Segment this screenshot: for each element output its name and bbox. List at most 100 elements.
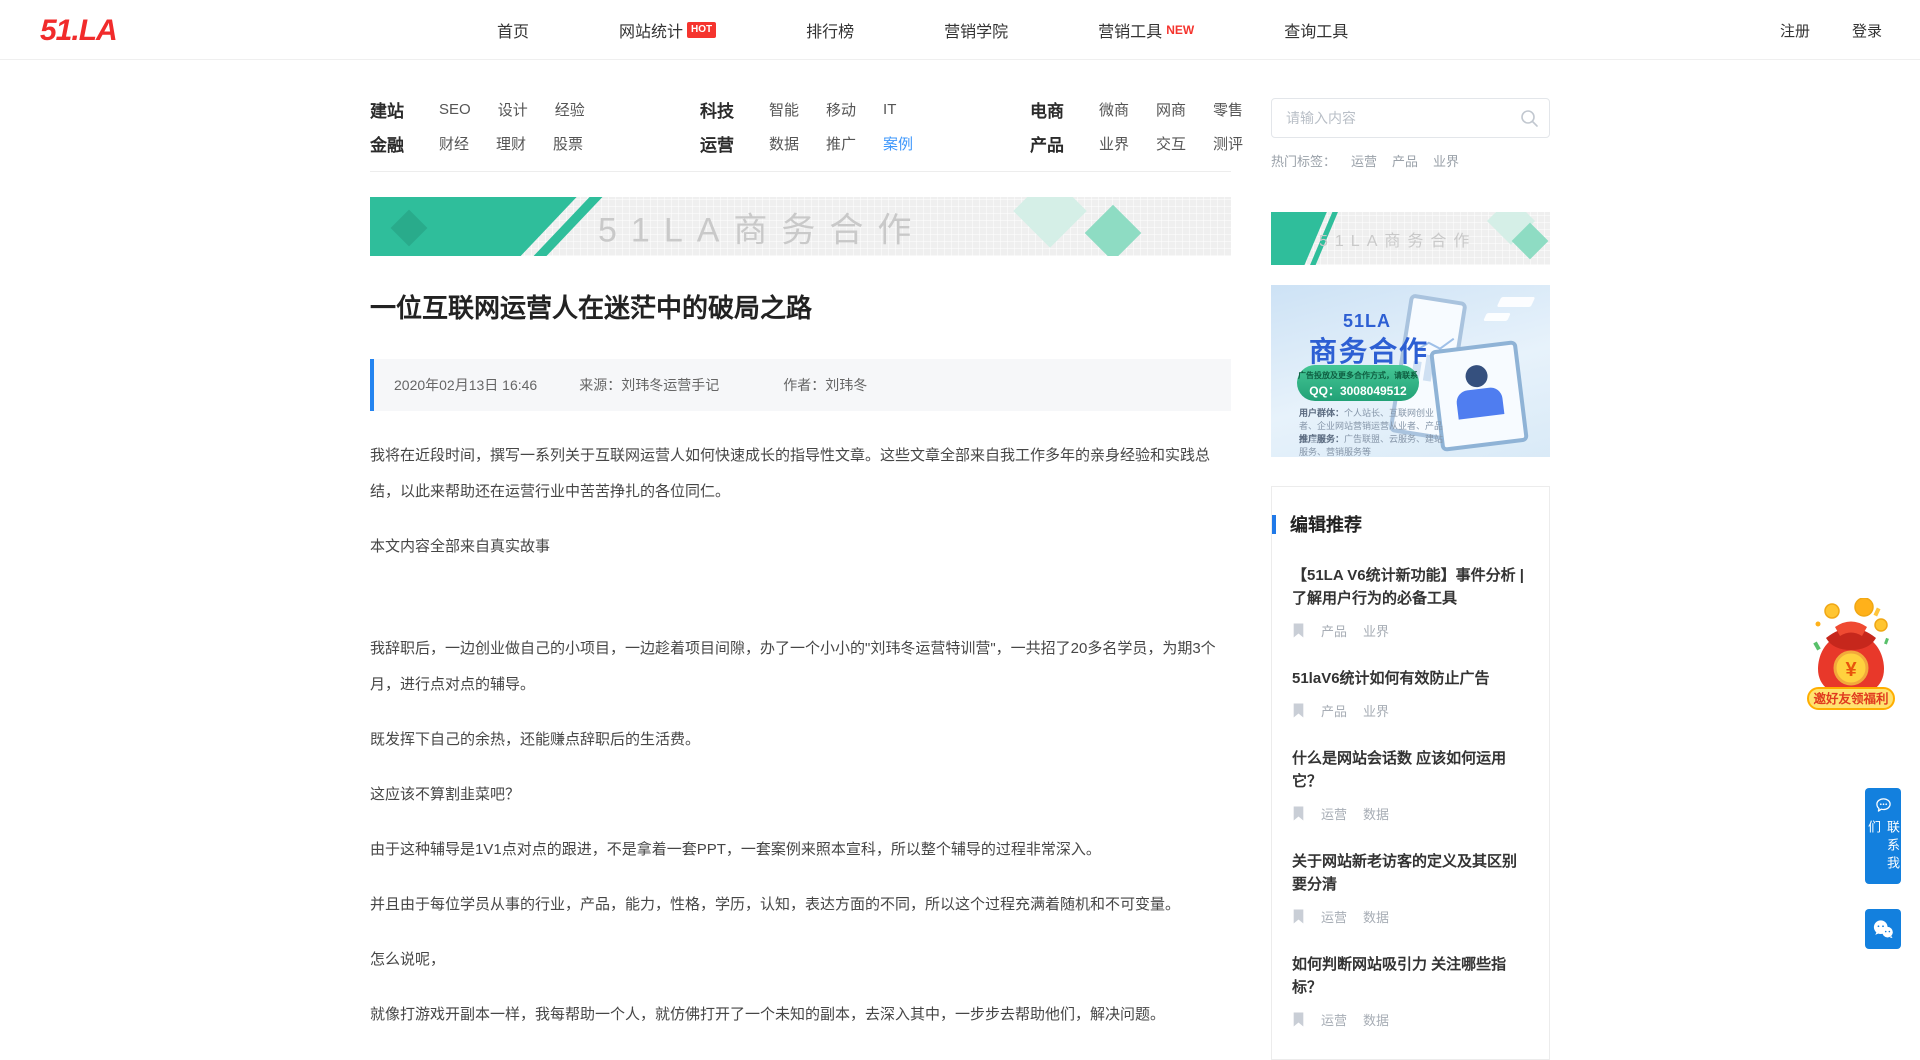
hot-tag[interactable]: 业界 [1433, 151, 1459, 170]
category-link[interactable]: 理财 [496, 133, 526, 154]
hot-tag[interactable]: 运营 [1351, 151, 1377, 170]
category-link[interactable]: 股票 [553, 133, 583, 154]
new-badge: NEW [1166, 23, 1194, 37]
promo-banner-main[interactable]: 51LA商务合作 [370, 197, 1231, 256]
category-link[interactable]: 设计 [498, 99, 528, 120]
ad-qq-number: QQ：3008049512 [1297, 382, 1419, 399]
category-title[interactable]: 金融 [370, 131, 404, 156]
invite-reward-label: 邀好友领福利 [1813, 691, 1888, 706]
nav-label: 营销学院 [944, 18, 1008, 42]
wechat-button[interactable] [1865, 909, 1901, 949]
category-link[interactable]: 数据 [769, 133, 799, 154]
nav-item-marketing-academy[interactable]: 营销学院 [944, 18, 1008, 42]
chat-bubble-icon [1874, 797, 1893, 814]
category-column: 科技 智能 移动 IT 运营 数据 推广 案例 [700, 98, 1030, 166]
category-link[interactable]: 交互 [1156, 133, 1186, 154]
login-link[interactable]: 登录 [1852, 20, 1882, 41]
nav-item-site-stats[interactable]: 网站统计HOT [619, 18, 716, 42]
category-row: 科技 智能 移动 IT [700, 98, 1030, 120]
article-paragraph: 由于这种辅导是1V1点对点的跟进，不是拿着一套PPT，一套案例来照本宣科，所以整… [370, 832, 1231, 868]
auth-links: 注册 登录 [1780, 0, 1882, 60]
recommend-tag[interactable]: 数据 [1363, 907, 1389, 926]
category-link[interactable]: 推广 [826, 133, 856, 154]
banner-text: 51LA商务合作 [598, 202, 925, 251]
register-link[interactable]: 注册 [1780, 20, 1810, 41]
promo-banner-side-small[interactable]: 51LA商务合作 [1271, 212, 1550, 265]
recommend-tag[interactable]: 数据 [1363, 804, 1389, 823]
recommend-item-title[interactable]: 关于网站新老访客的定义及其区别要分清 [1292, 850, 1529, 896]
ad-description: 推广服务：广告联盟、云服务、建站服务、营销服务等 [1299, 433, 1449, 457]
search-box [1271, 98, 1550, 138]
invite-reward-widget[interactable]: ¥ 邀好友领福利 [1805, 598, 1897, 712]
nav-item-query-tools[interactable]: 查询工具 [1284, 18, 1348, 42]
main-column: 建站 SEO 设计 经验 金融 财经 理财 股票 科技 智能 移动 IT [370, 98, 1231, 1060]
recommend-tag[interactable]: 业界 [1363, 701, 1389, 720]
contact-us-button[interactable]: 联系我们 [1865, 788, 1901, 884]
recommend-item-title[interactable]: 什么是网站会话数 应该如何运用它？ [1292, 747, 1529, 793]
bookmark-icon [1292, 806, 1305, 821]
bookmark-icon [1292, 1012, 1305, 1027]
recommend-item: 如何判断网站吸引力 关注哪些指标？ 运营 数据 [1292, 953, 1529, 1029]
recommend-item-tags: 运营 数据 [1292, 804, 1529, 823]
category-link-active[interactable]: 案例 [883, 133, 913, 154]
person-body [1455, 386, 1504, 419]
hot-tags-label: 热门标签： [1271, 151, 1336, 170]
article-date: 2020年02月13日 16:46 [394, 375, 537, 395]
nav-item-home[interactable]: 首页 [497, 18, 529, 42]
category-nav: 建站 SEO 设计 经验 金融 财经 理财 股票 科技 智能 移动 IT [370, 98, 1231, 166]
promo-banner-side-large[interactable]: 51LA 商务合作 广告投放及更多合作方式，请联系 QQ：3008049512 … [1271, 285, 1550, 457]
sidebar: 热门标签： 运营 产品 业界 51LA商务合作 51LA 商务合作 [1271, 98, 1550, 1060]
hot-tag[interactable]: 产品 [1392, 151, 1418, 170]
category-title[interactable]: 运营 [700, 131, 734, 156]
category-title[interactable]: 建站 [370, 97, 404, 122]
category-link[interactable]: 微商 [1099, 99, 1129, 120]
contact-us-label: 联系我们 [1864, 820, 1902, 884]
category-title[interactable]: 电商 [1030, 97, 1064, 122]
recommend-item: 51laV6统计如何有效防止广告 产品 业界 [1292, 667, 1529, 720]
recommend-item-tags: 产品 业界 [1292, 621, 1529, 640]
category-column: 建站 SEO 设计 经验 金融 财经 理财 股票 [370, 98, 700, 166]
article-meta-bar: 2020年02月13日 16:46 来源：刘玮冬运营手记 作者：刘玮冬 [370, 359, 1231, 411]
category-title[interactable]: 产品 [1030, 131, 1064, 156]
recommend-item-title[interactable]: 如何判断网站吸引力 关注哪些指标？ [1292, 953, 1529, 999]
category-link[interactable]: 零售 [1213, 99, 1243, 120]
nav-item-rankings[interactable]: 排行榜 [806, 18, 854, 42]
bookmark-icon [1292, 623, 1305, 638]
article-paragraph: 这应该不算割韭菜吧？ [370, 777, 1231, 813]
article-paragraph: 并且由于每位学员从事的行业，产品，能力，性格，学历，认知，表达方面的不同，所以这… [370, 887, 1231, 923]
category-link[interactable]: 网商 [1156, 99, 1186, 120]
search-input[interactable] [1272, 99, 1549, 137]
ad-pill-text: 广告投放及更多合作方式，请联系 [1297, 370, 1419, 381]
category-row: 运营 数据 推广 案例 [700, 132, 1030, 154]
nav-label: 查询工具 [1284, 18, 1348, 42]
category-link[interactable]: 财经 [439, 133, 469, 154]
category-link[interactable]: 测评 [1213, 133, 1243, 154]
search-icon[interactable] [1519, 108, 1539, 128]
site-logo[interactable]: 51.LA [40, 14, 117, 48]
recommend-tag[interactable]: 运营 [1321, 907, 1347, 926]
wechat-icon [1872, 919, 1894, 939]
recommend-tag[interactable]: 产品 [1321, 621, 1347, 640]
recommend-tag[interactable]: 运营 [1321, 1010, 1347, 1029]
category-link[interactable]: 智能 [769, 99, 799, 120]
article-paragraph: 怎么说呢， [370, 942, 1231, 978]
article-paragraph: 我辞职后，一边创业做自己的小项目，一边趁着项目间隙，办了一个小小的"刘玮冬运营特… [370, 631, 1231, 703]
category-link[interactable]: SEO [439, 101, 471, 118]
category-link[interactable]: IT [883, 101, 896, 118]
category-title[interactable]: 科技 [700, 97, 734, 122]
recommend-item-title[interactable]: 【51LA V6统计新功能】事件分析 | 了解用户行为的必备工具 [1292, 564, 1529, 610]
recommend-tag[interactable]: 运营 [1321, 804, 1347, 823]
recommend-tag[interactable]: 产品 [1321, 701, 1347, 720]
category-link[interactable]: 业界 [1099, 133, 1129, 154]
recommend-item: 什么是网站会话数 应该如何运用它？ 运营 数据 [1292, 747, 1529, 823]
nav-item-marketing-tools[interactable]: 营销工具NEW [1098, 18, 1194, 42]
recommend-tag[interactable]: 数据 [1363, 1010, 1389, 1029]
category-link[interactable]: 移动 [826, 99, 856, 120]
category-link[interactable]: 经验 [555, 99, 585, 120]
recommend-item-title[interactable]: 51laV6统计如何有效防止广告 [1292, 667, 1529, 690]
decor-shape [1497, 297, 1536, 307]
recommend-tag[interactable]: 业界 [1363, 621, 1389, 640]
banner-text: 51LA商务合作 [1319, 227, 1476, 251]
recommend-item-tags: 运营 数据 [1292, 907, 1529, 926]
article-paragraph: 就像打游戏开副本一样，我每帮助一个人，就仿佛打开了一个未知的副本，去深入其中，一… [370, 997, 1231, 1033]
